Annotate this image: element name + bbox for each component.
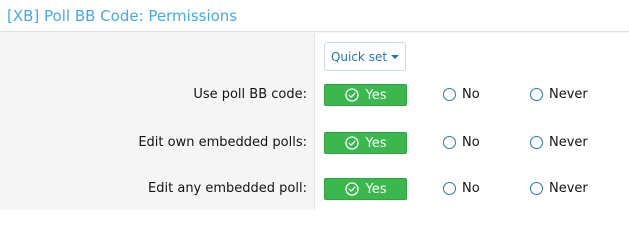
row-label-edit-own: Edit own embedded polls: xyxy=(138,135,307,150)
radio-circle-icon xyxy=(443,88,456,101)
radio-circle-icon xyxy=(530,182,543,195)
radio-never-use-poll[interactable]: Never xyxy=(530,87,588,102)
no-label: No xyxy=(462,135,480,150)
page-title: [XB] Poll BB Code: Permissions xyxy=(7,7,238,25)
check-circle-icon xyxy=(344,88,359,102)
row-label-use-poll: Use poll BB code: xyxy=(193,87,307,102)
yes-label: Yes xyxy=(365,181,387,197)
caret-down-icon xyxy=(391,55,400,59)
check-circle-icon xyxy=(344,182,359,196)
quick-set-label: Quick set xyxy=(330,49,388,64)
yes-button-edit-any[interactable]: Yes xyxy=(324,178,407,200)
yes-label: Yes xyxy=(365,87,387,103)
never-label: Never xyxy=(549,181,588,196)
radio-never-edit-any[interactable]: Never xyxy=(530,181,588,196)
check-circle-icon xyxy=(344,136,359,150)
radio-never-edit-own[interactable]: Never xyxy=(530,135,588,150)
radio-circle-icon xyxy=(530,136,543,149)
yes-button-use-poll[interactable]: Yes xyxy=(324,84,407,106)
radio-circle-icon xyxy=(530,88,543,101)
permissions-panel: [XB] Poll BB Code: Permissions Quick set… xyxy=(0,0,629,210)
never-label: Never xyxy=(549,135,588,150)
radio-circle-icon xyxy=(443,136,456,149)
radio-no-edit-own[interactable]: No xyxy=(443,135,480,150)
yes-button-edit-own[interactable]: Yes xyxy=(324,132,407,154)
radio-no-edit-any[interactable]: No xyxy=(443,181,480,196)
quick-set-button[interactable]: Quick set xyxy=(324,42,406,71)
row-label-edit-any: Edit any embedded poll: xyxy=(148,181,307,196)
no-label: No xyxy=(462,181,480,196)
no-label: No xyxy=(462,87,480,102)
never-label: Never xyxy=(549,87,588,102)
radio-circle-icon xyxy=(443,182,456,195)
radio-no-use-poll[interactable]: No xyxy=(443,87,480,102)
panel-header: [XB] Poll BB Code: Permissions xyxy=(0,0,629,32)
yes-label: Yes xyxy=(365,135,387,151)
